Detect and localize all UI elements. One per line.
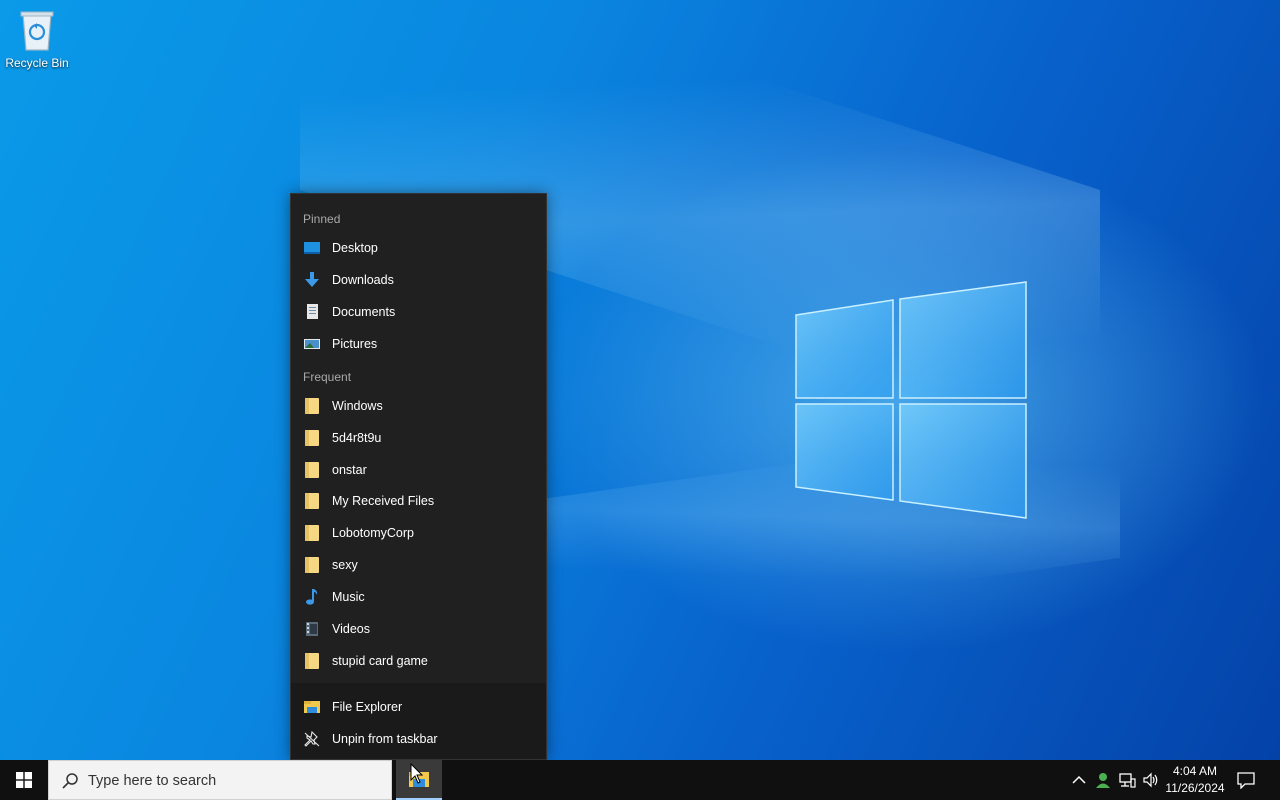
folder-icon xyxy=(303,398,321,414)
jumplist-item-lobotomycorp[interactable]: LobotomyCorp xyxy=(291,518,546,548)
jumplist-item-label: onstar xyxy=(332,463,367,477)
file-explorer-jump-list: Pinned Desktop Downloads Documents Pictu… xyxy=(290,193,547,760)
file-explorer-icon xyxy=(304,701,320,713)
search-placeholder: Type here to search xyxy=(88,773,217,789)
jumplist-item-label: Music xyxy=(332,590,365,604)
jumplist-item-label: File Explorer xyxy=(332,700,403,714)
jumplist-item-pictures[interactable]: Pictures xyxy=(291,329,546,359)
pinned-section-title: Pinned xyxy=(303,212,341,226)
jumplist-item-label: Windows xyxy=(332,399,383,413)
taskbar: Type here to search 4:04 AM 11/26/2024 xyxy=(0,760,1280,800)
jumplist-item-label: 5d4r8t9u xyxy=(332,431,382,445)
recycle-bin-icon xyxy=(20,11,54,51)
folder-icon xyxy=(303,525,321,541)
frequent-section-title: Frequent xyxy=(303,370,352,384)
pictures-icon xyxy=(304,339,320,349)
jumplist-item-videos[interactable]: Videos xyxy=(291,614,546,644)
jumplist-item-windows[interactable]: Windows xyxy=(291,391,546,421)
taskbar-clock[interactable]: 4:04 AM 11/26/2024 xyxy=(1160,763,1230,797)
user-account-icon[interactable] xyxy=(1094,771,1112,789)
download-arrow-icon xyxy=(305,272,319,287)
volume-icon[interactable] xyxy=(1142,771,1160,789)
jumplist-item-documents[interactable]: Documents xyxy=(291,297,546,327)
folder-icon xyxy=(303,653,321,669)
jumplist-item-downloads[interactable]: Downloads xyxy=(291,265,546,295)
jumplist-item-onstar[interactable]: onstar xyxy=(291,455,546,485)
jumplist-item-music[interactable]: Music xyxy=(291,582,546,612)
jumplist-tasks-section: File Explorer Unpin from taskbar xyxy=(291,683,546,759)
jumplist-item-label: Videos xyxy=(332,622,370,636)
unpin-icon xyxy=(304,731,320,747)
show-hidden-icons-chevron-icon[interactable] xyxy=(1070,771,1088,789)
jumplist-task-file-explorer[interactable]: File Explorer xyxy=(291,692,546,722)
jumplist-item-label: sexy xyxy=(332,558,358,572)
folder-icon xyxy=(303,430,321,446)
jumplist-item-5d4r8t9u[interactable]: 5d4r8t9u xyxy=(291,423,546,453)
video-icon xyxy=(306,622,318,636)
jumplist-item-stupid-card-game[interactable]: stupid card game xyxy=(291,646,546,676)
mouse-cursor-icon xyxy=(410,763,424,784)
jumplist-item-desktop[interactable]: Desktop xyxy=(291,233,546,263)
clock-time: 4:04 AM xyxy=(1172,764,1218,778)
jumplist-item-sexy[interactable]: sexy xyxy=(291,550,546,580)
taskbar-search-box[interactable]: Type here to search xyxy=(48,760,392,800)
jumplist-item-label: Downloads xyxy=(332,273,394,287)
jumplist-item-label: Pictures xyxy=(332,337,378,351)
folder-icon xyxy=(303,557,321,573)
clock-date: 11/26/2024 xyxy=(1165,781,1225,795)
recycle-bin-label: Recycle Bin xyxy=(5,56,69,70)
jumplist-item-label: Desktop xyxy=(332,241,378,255)
search-icon xyxy=(62,773,78,789)
jumplist-item-label: stupid card game xyxy=(332,654,428,668)
windows-start-icon xyxy=(16,772,32,788)
windows-logo-wallpaper xyxy=(795,281,1027,519)
action-center-notification-icon[interactable] xyxy=(1236,771,1256,789)
desktop-icon xyxy=(304,242,320,254)
jumplist-item-label: Unpin from taskbar xyxy=(332,732,438,746)
recycle-bin-shortcut[interactable]: Recycle Bin xyxy=(4,6,70,78)
document-icon xyxy=(307,304,318,319)
jumplist-item-label: LobotomyCorp xyxy=(332,526,414,540)
desktop-background: Recycle Bin xyxy=(0,0,1280,760)
jumplist-item-label: My Received Files xyxy=(332,494,435,508)
network-icon[interactable] xyxy=(1118,771,1136,789)
folder-icon xyxy=(303,462,321,478)
jumplist-task-unpin[interactable]: Unpin from taskbar xyxy=(291,724,546,754)
folder-icon xyxy=(303,493,321,509)
music-note-icon xyxy=(306,589,318,605)
jumplist-item-label: Documents xyxy=(332,305,396,319)
start-button[interactable] xyxy=(0,760,48,800)
jumplist-item-my-received-files[interactable]: My Received Files xyxy=(291,486,546,516)
